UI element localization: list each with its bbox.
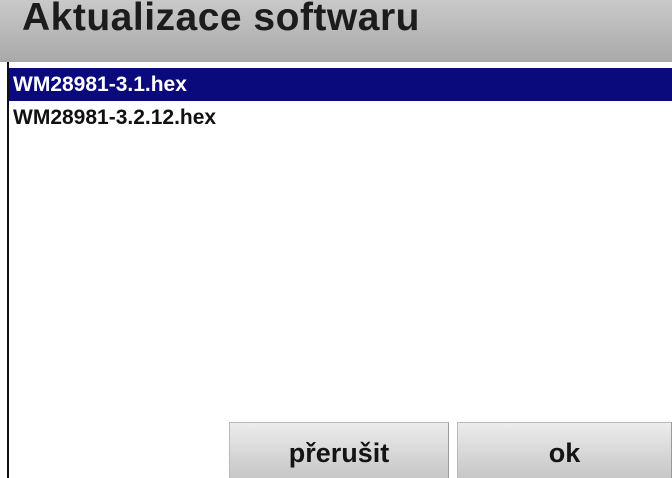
file-name: WM28981-3.1.hex xyxy=(13,73,187,96)
page-title: Aktualizace softwaru xyxy=(22,0,420,39)
ok-button[interactable]: ok xyxy=(457,422,672,478)
file-name: WM28981-3.2.12.hex xyxy=(13,106,217,129)
file-list-item[interactable]: WM28981-3.1.hex xyxy=(9,68,672,101)
file-list: WM28981-3.1.hex WM28981-3.2.12.hex xyxy=(9,68,672,413)
cancel-button-label: přerušit xyxy=(288,438,390,468)
ok-button-label: ok xyxy=(548,438,581,468)
file-list-item[interactable]: WM28981-3.2.12.hex xyxy=(9,101,672,134)
cancel-button[interactable]: přerušit xyxy=(229,422,449,478)
title-bar: Aktualizace softwaru xyxy=(0,0,672,62)
software-update-screen: Aktualizace softwaru WM28981-3.1.hex WM2… xyxy=(0,0,672,478)
